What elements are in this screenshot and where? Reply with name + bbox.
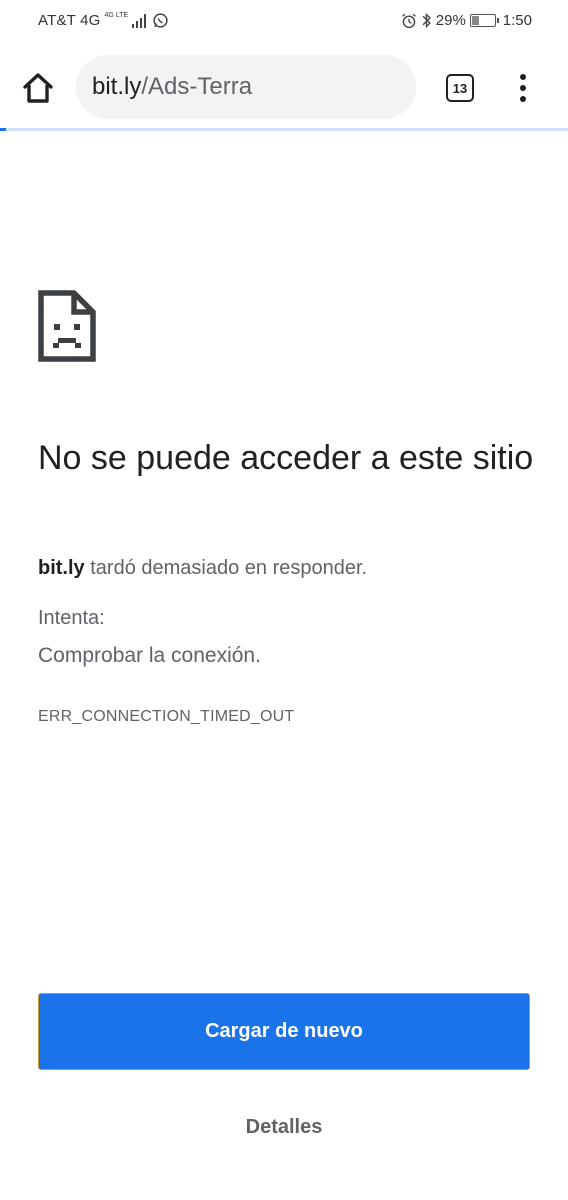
home-button[interactable]: [20, 70, 56, 106]
details-button[interactable]: Detalles: [204, 1106, 364, 1148]
page-load-progress: [0, 128, 568, 131]
status-bar: AT&T 4G 4G LTE 29% 1:50: [0, 0, 568, 44]
error-title: No se puede acceder a este sitio: [38, 439, 534, 477]
carrier-label: AT&T 4G: [38, 12, 101, 29]
tab-switcher-icon[interactable]: 13: [446, 74, 474, 102]
error-code: ERR_CONNECTION_TIMED_OUT: [38, 708, 295, 725]
whatsapp-icon: [153, 13, 168, 28]
network-type-label: 4G LTE: [104, 12, 129, 19]
menu-dot: [520, 74, 526, 80]
battery-icon: [469, 14, 499, 27]
signal-icon: [132, 13, 147, 28]
overflow-menu-icon[interactable]: [510, 72, 536, 104]
tab-count: 13: [452, 80, 468, 96]
battery-percent: 29%: [435, 12, 466, 29]
sad-page-icon: [38, 290, 96, 362]
error-description-text: tardó demasiado en responder.: [84, 557, 368, 579]
suggestions-heading: Intenta:: [38, 607, 105, 629]
page-load-progress-fill: [0, 128, 6, 131]
url-bar[interactable]: bit.ly/Ads-Terra: [76, 55, 416, 119]
bluetooth-icon: [422, 12, 431, 29]
status-left: AT&T 4G 4G LTE: [38, 12, 169, 29]
battery-level-fill: [471, 16, 479, 25]
menu-dot: [520, 85, 526, 91]
status-right: 29% 1:50: [401, 12, 532, 29]
browser-toolbar: bit.ly/Ads-Terra 13: [0, 44, 568, 130]
menu-dot: [520, 96, 526, 102]
clock-time: 1:50: [502, 12, 532, 29]
suggestion-item: Comprobar la conexión.: [38, 644, 261, 667]
home-icon: [23, 73, 53, 103]
alarm-icon: [401, 13, 416, 28]
error-description: bit.ly tardó demasiado en responder.: [38, 557, 367, 580]
url-host: bit.ly: [92, 73, 142, 100]
url-path: /Ads-Terra: [141, 73, 253, 100]
reload-button[interactable]: Cargar de nuevo: [38, 993, 530, 1070]
error-host: bit.ly: [38, 557, 85, 579]
